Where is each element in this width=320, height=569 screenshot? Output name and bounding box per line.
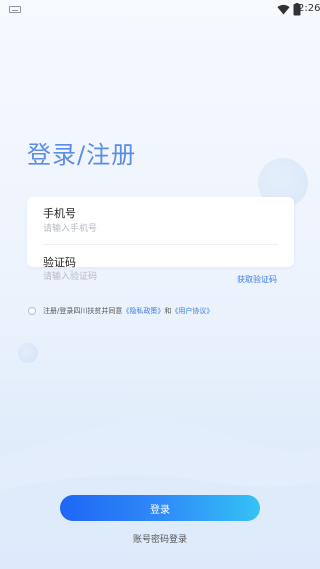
phone-label: 手机号 [43, 207, 76, 220]
phone-input[interactable] [43, 221, 213, 237]
password-login-link[interactable]: 账号密码登录 [0, 532, 320, 545]
field-divider [43, 244, 278, 245]
status-bar: 2:26 [0, 0, 320, 20]
decorative-bubble [18, 343, 38, 363]
get-code-button[interactable]: 获取验证码 [237, 274, 277, 285]
login-form-card: 手机号 验证码 获取验证码 [27, 197, 294, 285]
agreement-conjunction: 和 [164, 307, 172, 315]
privacy-policy-link[interactable]: 《隐私政策》 [122, 306, 164, 316]
user-agreement-link[interactable]: 《用户协议》 [171, 306, 213, 316]
agreement-checkbox[interactable] [28, 307, 36, 315]
code-label: 验证码 [43, 256, 76, 269]
login-button[interactable]: 登录 [60, 495, 260, 521]
agreement-row: 注册/登录四川扶贫并同意 《隐私政策》 和 《用户协议》 [28, 305, 213, 317]
agreement-text: 注册/登录四川扶贫并同意 [43, 307, 123, 315]
page-title: 登录/注册 [27, 141, 137, 169]
keyboard-icon [9, 6, 21, 13]
wifi-icon [277, 4, 290, 15]
status-time: 2:26 [298, 3, 320, 14]
code-input[interactable] [43, 269, 213, 285]
